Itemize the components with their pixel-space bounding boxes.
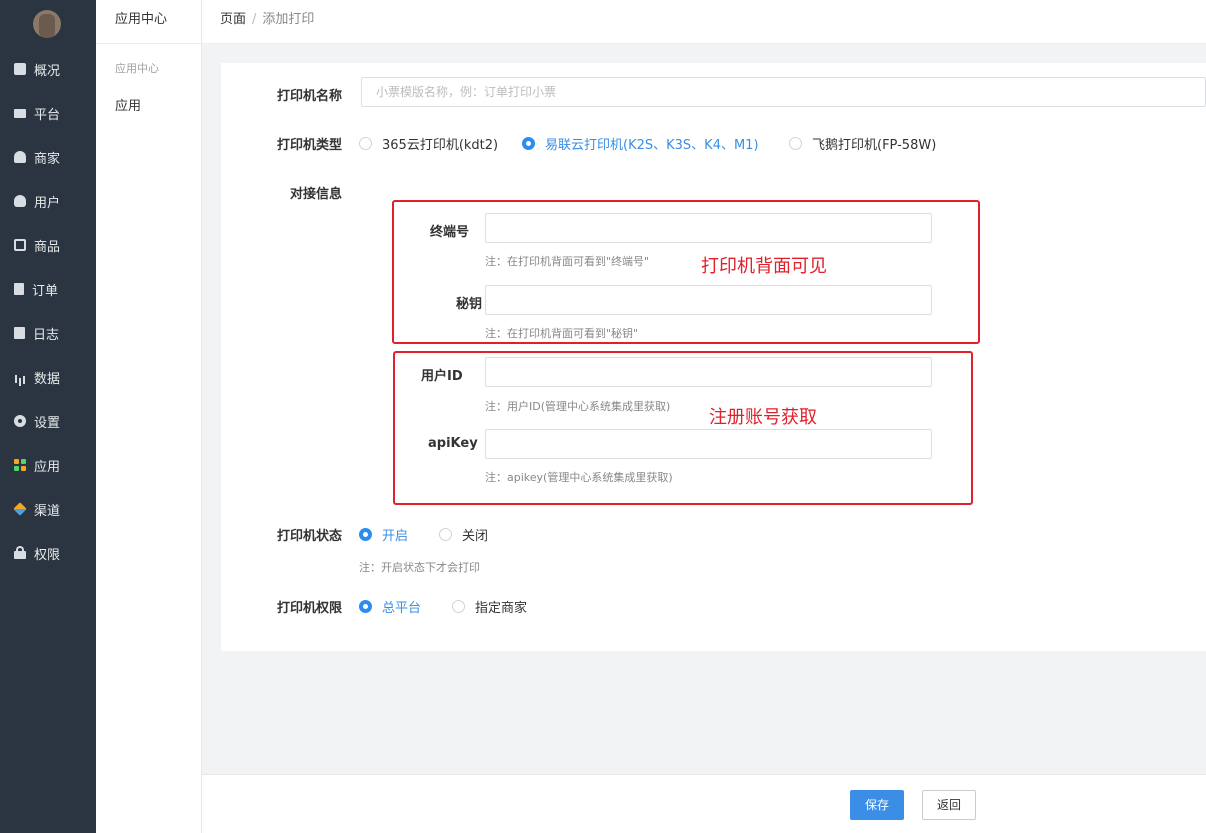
secret-key-note: 注：在打印机背面可看到"秘钥": [485, 327, 639, 340]
sidebar-item-label: 日志: [33, 327, 60, 343]
sidebar-item-goods[interactable]: 商品: [0, 223, 96, 267]
radio-checked-icon: [522, 137, 535, 150]
radio-icon: [439, 528, 452, 541]
radio-icon: [789, 137, 802, 150]
log-icon: [14, 327, 25, 339]
sidebar-item-label: 渠道: [34, 503, 61, 519]
breadcrumb-current: 添加打印: [262, 12, 315, 27]
sidebar-item-data[interactable]: 数据: [0, 355, 96, 399]
user-id-input[interactable]: [485, 357, 932, 387]
printer-status-option-off[interactable]: 关闭: [439, 525, 488, 544]
chart-icon: [14, 371, 26, 383]
cube-icon: [13, 502, 27, 516]
sidebar-item-overview[interactable]: 概况: [0, 47, 96, 91]
sidebar-item-label: 用户: [34, 195, 61, 211]
sidebar-item-label: 应用: [34, 459, 61, 475]
secret-key-label: 秘钥: [456, 297, 483, 312]
sidebar-item-settings[interactable]: 设置: [0, 399, 96, 443]
radio-label: 总平台: [382, 601, 422, 616]
sidebar-item-order[interactable]: 订单: [0, 267, 96, 311]
sidebar-item-label: 商品: [34, 239, 61, 255]
user-id-label: 用户ID: [421, 369, 463, 384]
radio-label: 飞鹅打印机(FP-58W): [812, 138, 937, 153]
dashboard-icon: [14, 63, 26, 75]
api-key-label: apiKey: [428, 436, 478, 451]
api-key-input[interactable]: [485, 429, 932, 459]
avatar[interactable]: [33, 10, 61, 38]
sidebar-item-permission[interactable]: 权限: [0, 531, 96, 575]
breadcrumb-root[interactable]: 页面: [220, 12, 246, 27]
breadcrumb-separator: /: [252, 12, 257, 27]
sidebar-item-label: 权限: [34, 547, 61, 563]
back-button[interactable]: 返回: [922, 790, 976, 820]
api-key-note: 注：apikey(管理中心系统集成里获取): [485, 471, 673, 484]
save-button[interactable]: 保存: [850, 790, 904, 820]
lock-icon: [14, 546, 26, 559]
order-icon: [14, 283, 24, 295]
sidebar-item-log[interactable]: 日志: [0, 311, 96, 355]
gear-icon: [14, 415, 26, 427]
sidebar-item-label: 商家: [34, 151, 61, 167]
monitor-icon: [14, 108, 26, 118]
printer-status-option-on[interactable]: 开启: [359, 525, 408, 544]
printer-type-option-365[interactable]: 365云打印机(kdt2): [359, 134, 498, 153]
radio-label: 指定商家: [475, 601, 528, 616]
user-id-note: 注：用户ID(管理中心系统集成里获取): [485, 400, 671, 413]
sub-sidebar-group-label: 应用中心: [115, 62, 159, 75]
terminal-number-label: 终端号: [430, 225, 470, 240]
printer-name-input[interactable]: 小票模版名称，例：订单打印小票: [361, 77, 1206, 107]
printer-name-label: 打印机名称: [277, 89, 343, 104]
sidebar-item-label: 设置: [34, 415, 61, 431]
sidebar-item-platform[interactable]: 平台: [0, 91, 96, 135]
secret-key-input[interactable]: [485, 285, 932, 315]
form-card: 打印机名称 小票模版名称，例：订单打印小票 打印机类型 365云打印机(kdt2…: [221, 63, 1206, 651]
main-sidebar: 概况 平台 商家 用户 商品 订单 日志 数据 设置 应用 渠道 权限: [0, 0, 96, 833]
sub-sidebar-item-apps[interactable]: 应用: [96, 95, 201, 114]
radio-icon: [452, 600, 465, 613]
printer-status-note: 注：开启状态下才会打印: [359, 561, 480, 574]
sidebar-item-label: 数据: [34, 371, 61, 387]
docking-info-label: 对接信息: [290, 187, 343, 202]
radio-label: 365云打印机(kdt2): [382, 138, 499, 153]
shop-icon: [14, 151, 26, 163]
user-icon: [14, 195, 26, 207]
radio-checked-icon: [359, 528, 372, 541]
form-actions-bar: 保存 返回: [202, 774, 1206, 833]
terminal-number-note: 注：在打印机背面可看到"终端号": [485, 255, 650, 268]
radio-checked-icon: [359, 600, 372, 613]
printer-type-option-yilianyun[interactable]: 易联云打印机(K2S、K3S、K4、M1): [522, 134, 759, 153]
radio-label: 开启: [382, 529, 409, 544]
sidebar-item-user[interactable]: 用户: [0, 179, 96, 223]
sidebar-item-apps[interactable]: 应用: [0, 443, 96, 487]
goods-icon: [14, 239, 26, 251]
printer-permission-option-merchant[interactable]: 指定商家: [452, 597, 527, 616]
sidebar-item-merchant[interactable]: 商家: [0, 135, 96, 179]
printer-permission-label: 打印机权限: [277, 601, 343, 616]
printer-type-option-feie[interactable]: 飞鹅打印机(FP-58W): [789, 134, 936, 153]
radio-label: 易联云打印机(K2S、K3S、K4、M1): [545, 138, 759, 153]
breadcrumb: 页面 / 添加打印: [202, 0, 1206, 44]
printer-status-label: 打印机状态: [277, 529, 343, 544]
sidebar-item-label: 订单: [32, 283, 59, 299]
sidebar-item-label: 平台: [34, 107, 61, 123]
radio-label: 关闭: [462, 529, 489, 544]
annotation-text-account: 注册账号获取: [709, 407, 817, 428]
radio-icon: [359, 137, 372, 150]
sidebar-item-channel[interactable]: 渠道: [0, 487, 96, 531]
printer-permission-option-platform[interactable]: 总平台: [359, 597, 421, 616]
sub-sidebar: 应用中心 应用中心 应用: [96, 0, 202, 833]
apps-icon: [14, 459, 26, 471]
annotation-text-device: 打印机背面可见: [701, 256, 827, 277]
sub-sidebar-title: 应用中心: [96, 0, 201, 44]
sidebar-item-label: 概况: [34, 63, 61, 79]
terminal-number-input[interactable]: [485, 213, 932, 243]
printer-type-label: 打印机类型: [277, 138, 343, 153]
